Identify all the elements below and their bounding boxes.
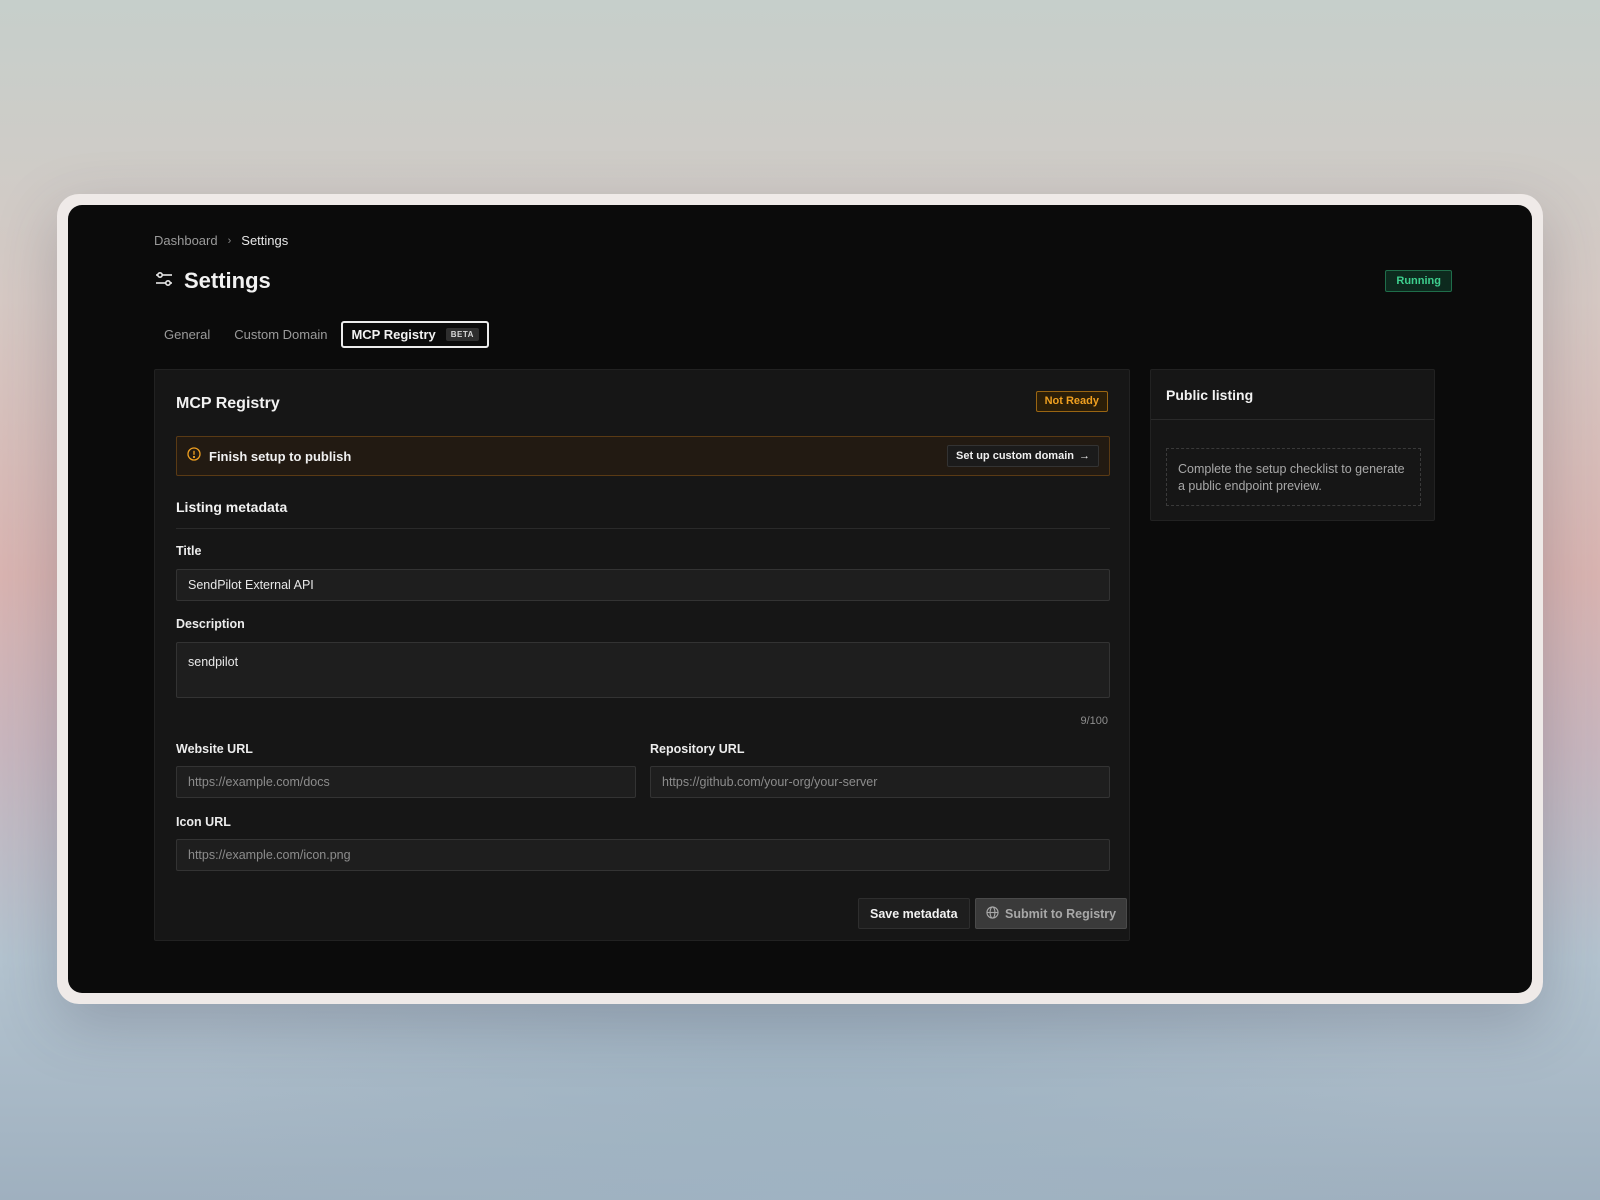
button-label: Submit to Registry (1005, 906, 1117, 921)
section-title: Listing metadata (176, 499, 288, 515)
tab-general[interactable]: General (154, 321, 220, 348)
title-input[interactable] (176, 569, 1110, 601)
breadcrumb-dashboard[interactable]: Dashboard (154, 233, 218, 248)
page-title: Settings (184, 268, 271, 293)
website-url-label: Website URL (176, 742, 253, 756)
divider (1151, 419, 1434, 420)
app-window: Dashboard › Settings Settings Running Ge… (68, 205, 1532, 993)
description-label: Description (176, 617, 245, 631)
alert-text: Finish setup to publish (209, 448, 352, 464)
save-metadata-button[interactable]: Save metadata (858, 898, 970, 929)
globe-icon (986, 905, 999, 922)
button-label: Set up custom domain (956, 450, 1074, 462)
card-title: MCP Registry (176, 395, 280, 412)
title-label: Title (176, 544, 202, 558)
page-header: Settings (154, 268, 271, 294)
breadcrumb-current: Settings (241, 233, 289, 248)
tab-mcp-registry[interactable]: MCP Registry BETA (341, 321, 489, 348)
icon-url-input[interactable] (176, 839, 1110, 871)
website-url-input[interactable] (176, 766, 636, 798)
app-frame: Dashboard › Settings Settings Running Ge… (57, 194, 1543, 1004)
arrow-right-icon: → (1079, 450, 1090, 462)
tab-custom-domain[interactable]: Custom Domain (224, 321, 337, 348)
repository-url-input[interactable] (650, 766, 1110, 798)
endpoint-preview-placeholder: Complete the setup checklist to generate… (1166, 448, 1421, 506)
submit-to-registry-button[interactable]: Submit to Registry (975, 898, 1128, 929)
mcp-registry-card: MCP Registry Not Ready Finish setup to p… (154, 369, 1130, 941)
repository-url-label: Repository URL (650, 742, 745, 756)
settings-sliders-icon (154, 269, 174, 294)
setup-alert: Finish setup to publish Set up custom do… (176, 436, 1110, 476)
setup-custom-domain-button[interactable]: Set up custom domain → (947, 445, 1099, 467)
character-counter: 9/100 (1080, 715, 1108, 727)
description-textarea[interactable]: sendpilot (176, 642, 1110, 698)
divider (176, 528, 1110, 529)
chevron-right-icon: › (227, 234, 232, 247)
tab-label: MCP Registry (351, 327, 436, 342)
beta-badge: BETA (445, 328, 479, 341)
public-listing-card: Public listing Complete the setup checkl… (1150, 369, 1435, 521)
icon-url-label: Icon URL (176, 815, 231, 829)
public-listing-title: Public listing (1166, 387, 1254, 403)
not-ready-badge: Not Ready (1035, 391, 1108, 412)
tab-bar: General Custom Domain MCP Registry BETA (154, 321, 489, 348)
warning-circle-icon (187, 446, 201, 466)
breadcrumb: Dashboard › Settings (154, 233, 288, 248)
status-badge: Running (1385, 270, 1452, 292)
